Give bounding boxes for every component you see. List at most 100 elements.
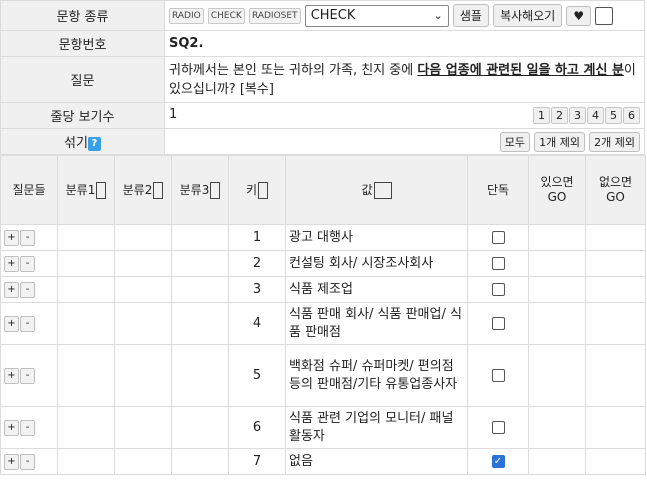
go-no-cell[interactable]	[585, 302, 646, 345]
perline-4-button[interactable]: 4	[587, 107, 604, 124]
solo-checkbox[interactable]	[491, 421, 505, 434]
type-check-button[interactable]: CHECK	[207, 7, 245, 24]
perline-3-button[interactable]: 3	[569, 107, 586, 124]
sample-button[interactable]: 샘플	[452, 4, 489, 27]
cat3-cell[interactable]	[171, 250, 229, 277]
solo-checkbox[interactable]	[491, 317, 505, 330]
heart-button[interactable]: ♥	[566, 5, 592, 26]
value-cell[interactable]: 컨설팅 회사/ 시장조사회사	[285, 250, 468, 277]
cat1-cell[interactable]	[57, 302, 115, 345]
perline-1-button[interactable]: 1	[533, 107, 550, 124]
cat1-cell[interactable]	[57, 406, 115, 449]
row-controls: + -	[0, 344, 58, 407]
cat1-toggle[interactable]	[96, 181, 107, 199]
go-yes-cell[interactable]	[528, 344, 586, 407]
go-no-cell[interactable]	[585, 276, 646, 303]
solo-checkbox[interactable]	[491, 231, 505, 244]
cat3-toggle[interactable]	[210, 181, 221, 199]
solo-checkbox[interactable]	[491, 283, 505, 296]
type-radioset-button[interactable]: RADIOSET	[248, 7, 301, 24]
help-icon[interactable]: ?	[87, 136, 101, 151]
cat3-cell[interactable]	[171, 276, 229, 303]
remove-row-button[interactable]: -	[20, 256, 35, 272]
perline-5-button[interactable]: 5	[605, 107, 622, 124]
number-value[interactable]: SQ2.	[164, 30, 645, 57]
solo-checkbox[interactable]	[491, 369, 505, 382]
go-no-cell[interactable]	[585, 448, 646, 475]
add-row-button[interactable]: +	[4, 368, 19, 384]
cat3-cell[interactable]	[171, 406, 229, 449]
question-text[interactable]: 귀하께서는 본인 또는 귀하의 가족, 친지 중에 다음 업종에 관련된 일을 …	[164, 56, 645, 103]
shuffle-row: 모두 1개 제외 2개 제외	[164, 128, 645, 155]
remove-row-button[interactable]: -	[20, 316, 35, 332]
shuffle-except-2-button[interactable]: 2개 제외	[589, 131, 640, 152]
value-toggle[interactable]	[373, 181, 392, 199]
header-cat1-label: 분류1	[65, 182, 96, 197]
key-cell[interactable]: 1	[228, 224, 286, 251]
cat3-cell[interactable]	[171, 344, 229, 407]
remove-row-button[interactable]: -	[20, 230, 35, 246]
type-select[interactable]: CHECK ⌄	[304, 4, 449, 27]
go-yes-cell[interactable]	[528, 448, 586, 475]
copy-button[interactable]: 복사해오기	[493, 4, 563, 27]
go-yes-cell[interactable]	[528, 250, 586, 277]
solo-checkbox[interactable]	[491, 257, 505, 270]
value-cell[interactable]: 광고 대행사	[285, 224, 468, 251]
key-cell[interactable]: 5	[228, 344, 286, 407]
cat1-cell[interactable]	[57, 250, 115, 277]
cat1-cell[interactable]	[57, 224, 115, 251]
value-cell[interactable]: 식품 제조업	[285, 276, 468, 303]
value-cell[interactable]: 식품 판매 회사/ 식품 판매업/ 식품 판매점	[285, 302, 468, 345]
question-form: 문항 종류 RADIO CHECK RADIOSET CHECK ⌄ 샘플 복사해…	[0, 0, 645, 155]
cat2-cell[interactable]	[114, 250, 172, 277]
cat1-cell[interactable]	[57, 448, 115, 475]
shuffle-all-button[interactable]: 모두	[499, 131, 530, 152]
add-row-button[interactable]: +	[4, 454, 19, 470]
key-cell[interactable]: 6	[228, 406, 286, 449]
perline-6-button[interactable]: 6	[623, 107, 640, 124]
go-yes-cell[interactable]	[528, 276, 586, 303]
remove-row-button[interactable]: -	[20, 368, 35, 384]
type-radio-button[interactable]: RADIO	[169, 7, 204, 24]
add-row-button[interactable]: +	[4, 316, 19, 332]
cat2-cell[interactable]	[114, 448, 172, 475]
cat2-cell[interactable]	[114, 276, 172, 303]
cat2-cell[interactable]	[114, 406, 172, 449]
go-yes-cell[interactable]	[528, 302, 586, 345]
cat2-cell[interactable]	[114, 344, 172, 407]
value-cell[interactable]: 식품 관련 기업의 모니터/ 패널 활동자	[285, 406, 468, 449]
go-no-cell[interactable]	[585, 224, 646, 251]
go-yes-cell[interactable]	[528, 224, 586, 251]
remove-row-button[interactable]: -	[20, 454, 35, 470]
key-cell[interactable]: 7	[228, 448, 286, 475]
solo-checkbox[interactable]: ✓	[491, 455, 505, 468]
cat1-cell[interactable]	[57, 276, 115, 303]
cat2-toggle[interactable]	[153, 181, 164, 199]
go-no-cell[interactable]	[585, 406, 646, 449]
perline-value[interactable]: 1	[169, 107, 177, 122]
go-no-cell[interactable]	[585, 344, 646, 407]
key-toggle[interactable]	[258, 181, 269, 199]
go-no-cell[interactable]	[585, 250, 646, 277]
perline-2-button[interactable]: 2	[551, 107, 568, 124]
shuffle-except-1-button[interactable]: 1개 제외	[534, 131, 585, 152]
add-row-button[interactable]: +	[4, 282, 19, 298]
key-cell[interactable]: 4	[228, 302, 286, 345]
type-checkbox[interactable]	[595, 6, 614, 25]
remove-row-button[interactable]: -	[20, 282, 35, 298]
value-cell[interactable]: 없음	[285, 448, 468, 475]
cat2-cell[interactable]	[114, 224, 172, 251]
add-row-button[interactable]: +	[4, 256, 19, 272]
add-row-button[interactable]: +	[4, 420, 19, 436]
value-cell[interactable]: 백화점 슈퍼/ 슈퍼마켓/ 편의점 등의 판매점/기타 유통업종사자	[285, 344, 468, 407]
key-cell[interactable]: 3	[228, 276, 286, 303]
add-row-button[interactable]: +	[4, 230, 19, 246]
cat2-cell[interactable]	[114, 302, 172, 345]
cat3-cell[interactable]	[171, 448, 229, 475]
go-yes-cell[interactable]	[528, 406, 586, 449]
cat3-cell[interactable]	[171, 224, 229, 251]
cat1-cell[interactable]	[57, 344, 115, 407]
remove-row-button[interactable]: -	[20, 420, 35, 436]
cat3-cell[interactable]	[171, 302, 229, 345]
key-cell[interactable]: 2	[228, 250, 286, 277]
